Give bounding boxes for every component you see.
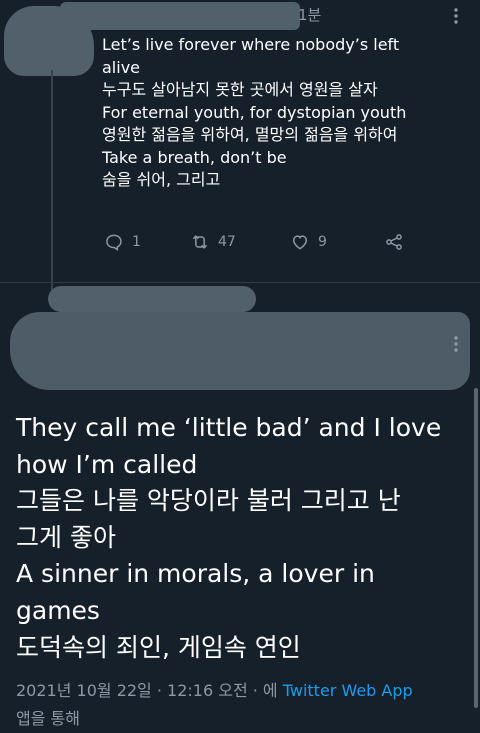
via-suffix: 앱을 통해 bbox=[16, 709, 80, 728]
thread-line bbox=[51, 70, 53, 308]
tweet-metadata: 2021년 10월 22일 · 12:16 오전 · 에 Twitter Web… bbox=[16, 677, 413, 733]
reply-line: For eternal youth, for dystopian youth bbox=[102, 102, 407, 122]
reply-line: 영원한 젊음을 위하여, 멸망의 젊음을 위하여 bbox=[102, 125, 398, 144]
share-icon bbox=[386, 234, 402, 250]
reply-line: Take a breath, don’t be bbox=[102, 147, 287, 167]
more-dots-icon[interactable] bbox=[447, 6, 465, 30]
tweet-timestamp: 2021년 10월 22일 · 12:16 오전 · 에 bbox=[16, 681, 278, 700]
source-app-link[interactable]: Twitter Web App bbox=[283, 681, 413, 700]
main-tweet-text: They call me ‘little bad’ and I love how… bbox=[16, 410, 471, 666]
tweet-actions: 1 47 9 bbox=[102, 232, 422, 256]
reply-button[interactable]: 1 bbox=[104, 232, 141, 252]
scrollbar[interactable] bbox=[474, 388, 478, 708]
reply-line: 누구도 살아남지 못한 곳에서 영원을 살자 bbox=[102, 80, 378, 99]
like-icon bbox=[292, 235, 308, 250]
main-line: games bbox=[16, 595, 100, 625]
reply-tweet-text: Let’s live forever where nobody’s left a… bbox=[102, 34, 472, 192]
retweet-button[interactable]: 47 bbox=[190, 232, 236, 252]
reply-time-fragment: 1분 bbox=[298, 6, 322, 24]
main-line: 그들은 나를 악당이라 불러 그리고 난 bbox=[16, 486, 401, 516]
main-line: They call me ‘little bad’ and I love bbox=[16, 413, 442, 442]
tweet-divider bbox=[0, 282, 480, 283]
like-count: 9 bbox=[318, 234, 327, 250]
like-button[interactable]: 9 bbox=[290, 232, 327, 252]
retweet-count: 47 bbox=[218, 234, 236, 250]
more-dots-icon[interactable] bbox=[447, 334, 465, 358]
main-line: 그게 좋아 bbox=[16, 522, 116, 552]
share-button[interactable] bbox=[384, 232, 404, 252]
main-line: how I’m called bbox=[16, 449, 198, 479]
retweet-icon bbox=[192, 235, 208, 249]
redacted-main-avatar bbox=[10, 312, 470, 390]
reply-count: 1 bbox=[132, 234, 141, 250]
reply-line: alive bbox=[102, 57, 141, 77]
redacted-username bbox=[60, 2, 300, 30]
main-line: A sinner in morals, a lover in bbox=[16, 559, 375, 589]
reply-icon bbox=[106, 234, 122, 251]
redacted-main-header bbox=[48, 286, 256, 312]
reply-line: Let’s live forever where nobody’s left bbox=[102, 35, 400, 54]
reply-line: 숨을 쉬어, 그리고 bbox=[102, 170, 221, 189]
main-line: 도덕속의 죄인, 게임속 연인 bbox=[16, 632, 301, 662]
